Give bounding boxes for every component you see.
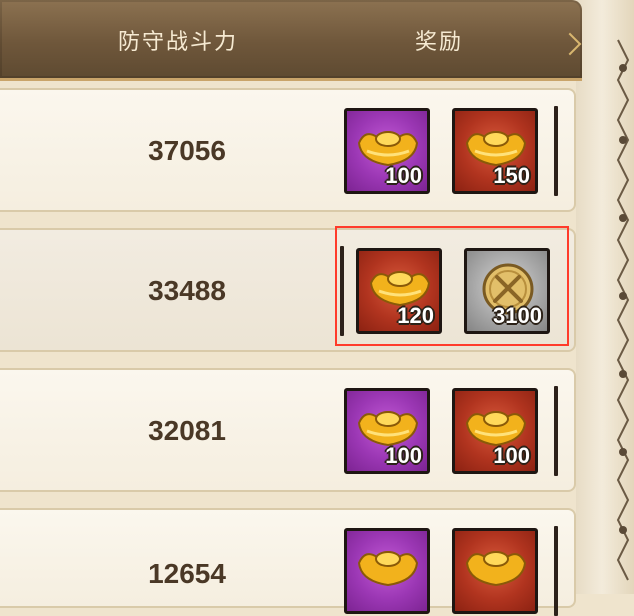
reward-row: 12654: [0, 508, 576, 616]
reward-quantity: 120: [397, 303, 434, 328]
reward-quantity: 150: [493, 163, 530, 188]
reward-item[interactable]: [452, 528, 538, 614]
reward-row: 33488 120 3100: [0, 228, 576, 352]
reward-quantity: 3100: [493, 303, 542, 328]
scroll-divider: [554, 106, 558, 196]
scroll-divider: [554, 526, 558, 616]
reward-row: 37056 100 150: [0, 88, 576, 212]
reward-quantity: 100: [385, 443, 422, 468]
defense-power-value: 12654: [148, 558, 226, 589]
scroll-divider: [554, 386, 558, 476]
reward-item[interactable]: 100: [452, 388, 538, 474]
reward-item[interactable]: [344, 528, 430, 614]
gold-ingot-icon: [357, 551, 419, 587]
header-corner-ornament: [558, 32, 582, 56]
reward-item[interactable]: 3100: [464, 248, 550, 334]
defense-power-value: 37056: [148, 135, 226, 166]
reward-item[interactable]: 120: [356, 248, 442, 334]
reward-item[interactable]: 150: [452, 108, 538, 194]
reward-row: 32081 100 100: [0, 368, 576, 492]
table-header: 防守战斗力 奖励: [0, 0, 582, 81]
scroll-divider: [340, 246, 344, 336]
reward-item[interactable]: 100: [344, 388, 430, 474]
column-header-defense-power: 防守战斗力: [118, 30, 239, 55]
parchment-frame: [576, 0, 634, 594]
lace-decoration: [616, 0, 630, 594]
reward-item[interactable]: 100: [344, 108, 430, 194]
gold-ingot-icon: [465, 551, 527, 587]
column-header-reward: 奖励: [415, 30, 464, 55]
defense-power-value: 32081: [148, 415, 226, 446]
reward-quantity: 100: [385, 163, 422, 188]
reward-quantity: 100: [493, 443, 530, 468]
defense-power-value: 33488: [148, 275, 226, 306]
